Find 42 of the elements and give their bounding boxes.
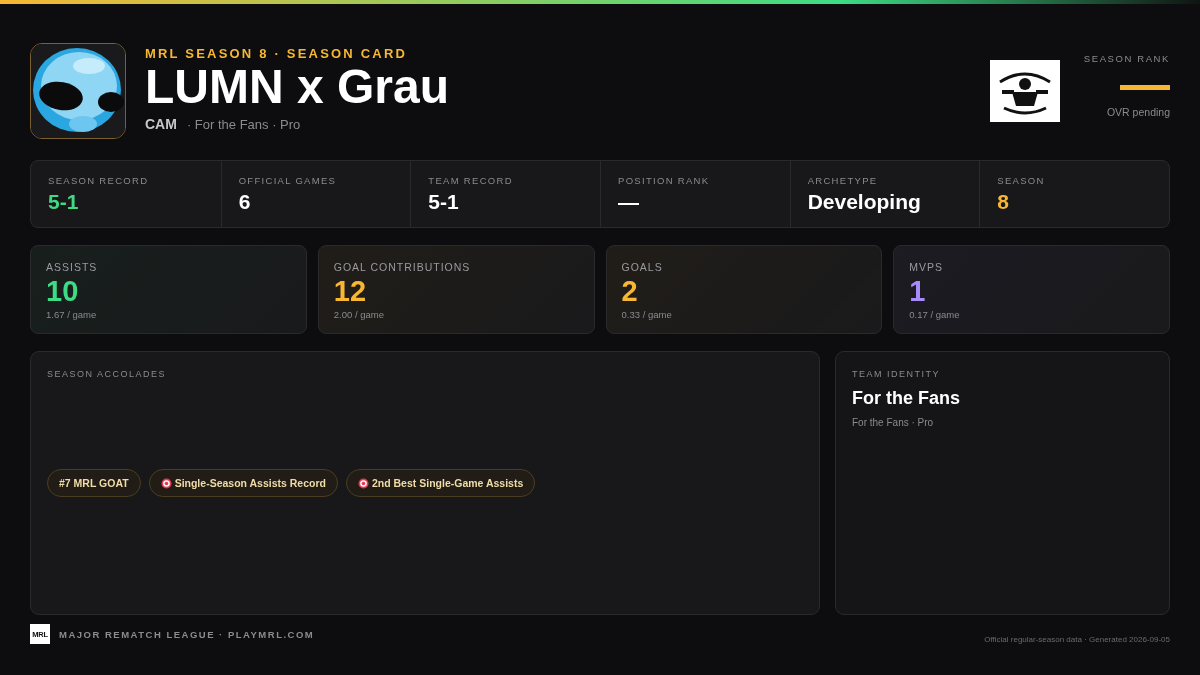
generated-note: Official regular-season data · Generated 2026-09-05 <box>984 635 1170 644</box>
ovr-note: OVR pending <box>1105 106 1170 118</box>
target-icon <box>160 477 172 489</box>
stat-label: ASSISTS <box>46 261 99 273</box>
stat-value: 8 <box>997 190 1010 214</box>
stat-label: POSITION RANK <box>618 175 711 186</box>
stat-label: SEASON RECORD <box>48 175 150 186</box>
target-icon <box>357 477 369 489</box>
stat-value: 1 <box>909 275 927 307</box>
season-rank-label: SEASON RANK <box>1082 53 1170 64</box>
league-label: MAJOR REMATCH LEAGUE · PLAYMRL.COM <box>59 628 315 640</box>
player-name: LUMN x Grau <box>145 61 450 113</box>
stat-value: 6 <box>238 190 252 214</box>
stat-value: 2 <box>621 275 639 307</box>
stat-label: GOAL CONTRIBUTIONS <box>333 261 472 273</box>
stat-value: Developing <box>807 190 922 214</box>
panel-title: SEASON ACCOLADES <box>47 369 168 379</box>
team-name: For the Fans <box>852 388 961 409</box>
accolade-badge: 2nd Best Single-Game Assists <box>345 469 536 497</box>
stat-value: 12 <box>333 275 367 307</box>
stat-label: GOALS <box>621 261 664 273</box>
accolade-badge: Single-Season Assists Record <box>148 469 338 497</box>
team-line: · For the Fans · Pro <box>186 117 301 132</box>
stat-value: 5-1 <box>428 190 460 214</box>
position-label: CAM <box>145 116 177 132</box>
per-game-rate: 0.33 / game <box>621 309 673 320</box>
accolade-badge: #7 MRL GOAT <box>47 469 141 497</box>
stat-label: MVPS <box>909 261 944 273</box>
panel-title: TEAM IDENTITY <box>852 369 941 379</box>
stat-label: ARCHETYPE <box>807 175 879 186</box>
stat-label: SEASON <box>997 175 1046 186</box>
season-rank-value: — <box>1120 64 1170 104</box>
per-game-rate: 1.67 / game <box>46 309 98 320</box>
per-game-rate: 2.00 / game <box>333 309 385 320</box>
stat-value: 5-1 <box>48 190 80 214</box>
eyebrow-label: MRL SEASON 8 · SEASON CARD <box>145 46 409 61</box>
team-subtitle: For the Fans · Pro <box>852 417 935 428</box>
stat-value: — <box>618 190 640 214</box>
stat-label: OFFICIAL GAMES <box>238 175 338 186</box>
stat-label: TEAM RECORD <box>428 175 514 186</box>
stat-value: 10 <box>46 275 80 307</box>
per-game-rate: 0.17 / game <box>909 309 961 320</box>
